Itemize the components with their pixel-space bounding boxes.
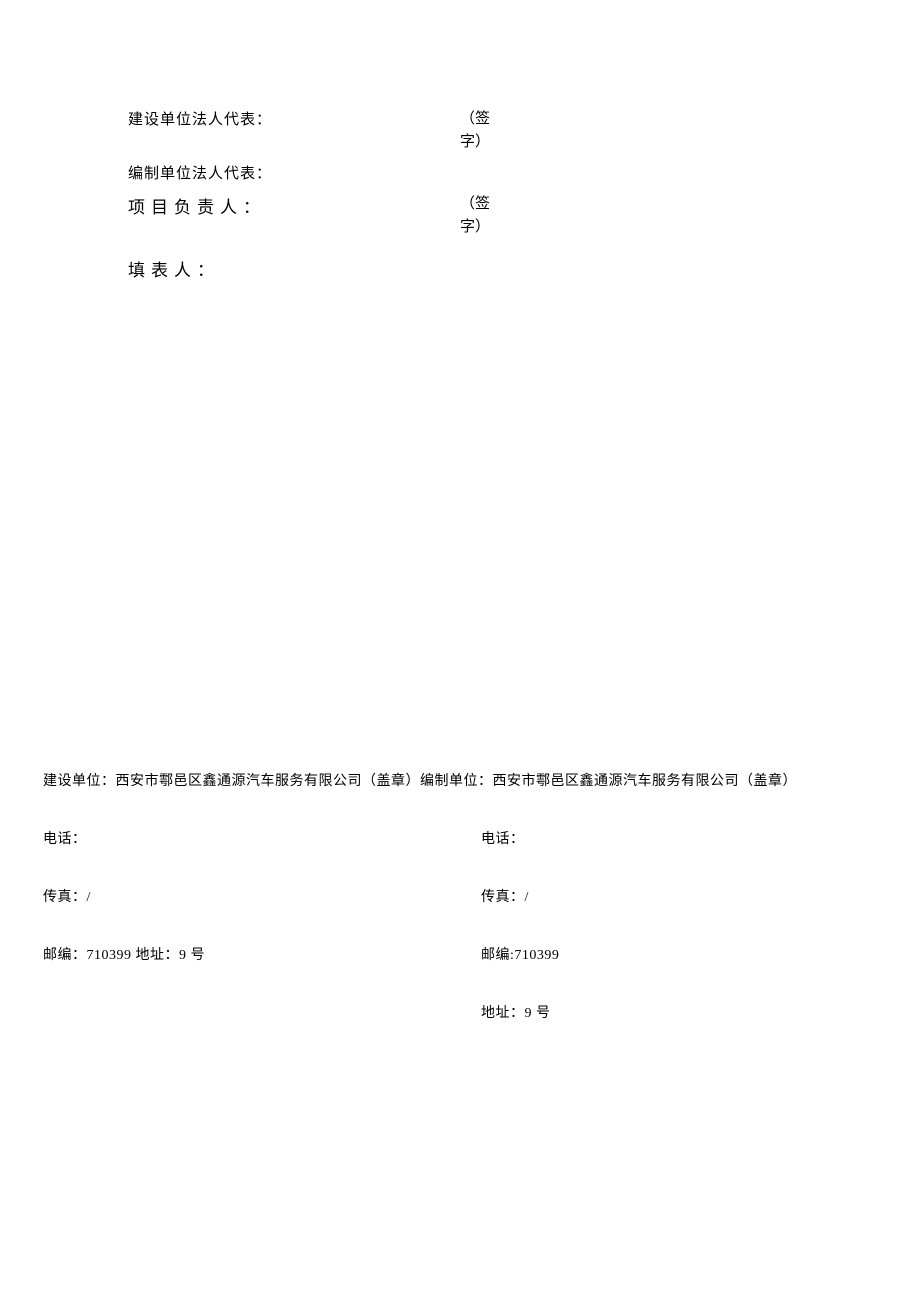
left-phone: 电话： bbox=[43, 828, 481, 848]
construction-legal-rep-label: 建设单位法人代表： bbox=[128, 108, 272, 132]
form-filler-row: 填表人： bbox=[128, 257, 528, 284]
right-address: 地址：9 号 bbox=[481, 1002, 883, 1022]
right-column: 电话： 传真：/ 邮编:710399 地址：9 号 bbox=[481, 828, 883, 1060]
project-lead-label: 项目负责人： bbox=[128, 194, 266, 221]
compile-legal-rep-row: 编制单位法人代表： bbox=[128, 162, 528, 186]
signature-mark-1: （签字） bbox=[450, 108, 500, 153]
contact-columns: 电话： 传真：/ 邮编：710399 地址：9 号 电话： 传真：/ 邮编:71… bbox=[43, 828, 883, 1060]
right-phone: 电话： bbox=[481, 828, 883, 848]
units-line: 建设单位：西安市鄠邑区鑫通源汽车服务有限公司（盖章）编制单位：西安市鄠邑区鑫通源… bbox=[43, 770, 883, 790]
form-filler-label: 填表人： bbox=[128, 257, 220, 284]
signature-mark-2: （签字） bbox=[450, 193, 500, 238]
right-postal: 邮编:710399 bbox=[481, 944, 883, 964]
left-fax: 传真：/ bbox=[43, 886, 481, 906]
left-postal-address: 邮编：710399 地址：9 号 bbox=[43, 944, 481, 964]
right-fax: 传真：/ bbox=[481, 886, 883, 906]
compile-legal-rep-label: 编制单位法人代表： bbox=[128, 162, 272, 186]
left-column: 电话： 传真：/ 邮编：710399 地址：9 号 bbox=[43, 828, 481, 1060]
contact-section: 建设单位：西安市鄠邑区鑫通源汽车服务有限公司（盖章）编制单位：西安市鄠邑区鑫通源… bbox=[43, 770, 883, 1060]
